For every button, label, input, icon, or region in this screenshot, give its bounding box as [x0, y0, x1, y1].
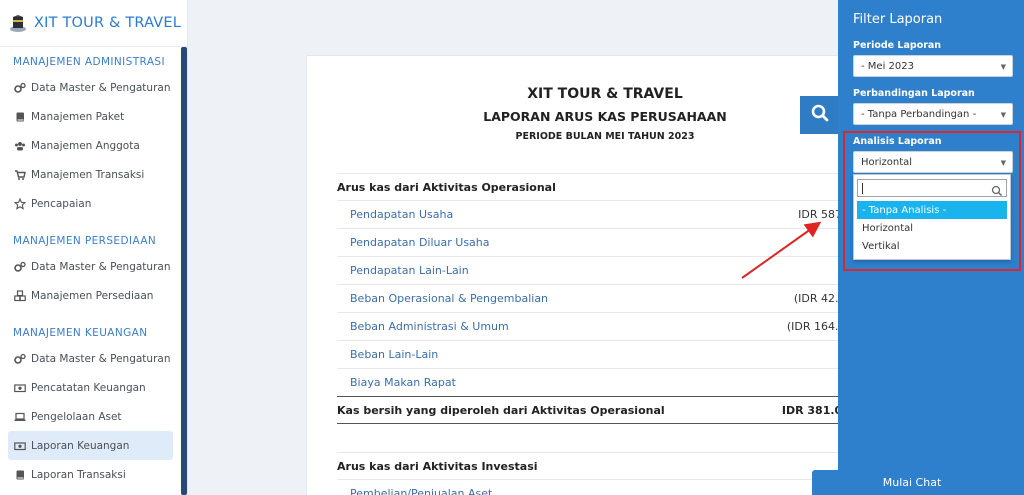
caret-down-icon: ▼ [1000, 111, 1006, 119]
nav-item-manajemen-paket[interactable]: Manajemen Paket [0, 102, 187, 131]
nav-item-label: Laporan Transaksi [31, 468, 126, 481]
nav-item-label: Data Master & Pengaturan [31, 352, 171, 365]
caret-down-icon: ▼ [1000, 63, 1006, 71]
row-label[interactable]: Pendapatan Diluar Usaha [337, 236, 667, 249]
nav-item-persediaan-data-master[interactable]: Data Master & Pengaturan [0, 252, 187, 281]
nav-item-pencatatan-keuangan[interactable]: Pencatatan Keuangan [0, 373, 187, 402]
perbandingan-label: Perbandingan Laporan [853, 88, 975, 99]
nav-item-label: Data Master & Pengaturan [31, 81, 171, 94]
nav-item-pengelolaan-aset[interactable]: Pengelolaan Aset [0, 402, 187, 431]
money-icon [14, 382, 26, 394]
kaaba-logo-icon [8, 13, 28, 33]
chat-button[interactable]: Mulai Chat [812, 470, 1012, 495]
row-label: Arus kas dari Aktivitas Investasi [337, 459, 538, 473]
text-cursor [862, 183, 863, 194]
report-row[interactable]: Beban Lain-Lain IDF [337, 341, 877, 369]
nav-item-manajemen-transaksi[interactable]: Manajemen Transaksi [0, 160, 187, 189]
row-label[interactable]: Beban Operasional & Pengembalian [337, 292, 667, 305]
perbandingan-value: - Tanpa Perbandingan - [861, 108, 977, 120]
nav-item-pencapaian[interactable]: Pencapaian [0, 189, 187, 218]
gears-icon [14, 353, 26, 365]
cubes-icon [14, 289, 26, 302]
report-row[interactable]: Pendapatan Diluar Usaha IDF [337, 229, 877, 257]
dropdown-option-horizontal[interactable]: Horizontal [857, 219, 1007, 237]
row-label[interactable]: Biaya Makan Rapat [337, 376, 667, 389]
report-row[interactable]: Pembelian/Penjualan Aset (IDR 10.0 [337, 480, 877, 495]
nav-item-keuangan-data-master[interactable]: Data Master & Pengaturan [0, 344, 187, 373]
star-icon [14, 197, 26, 210]
periode-value: - Mei 2023 [861, 60, 914, 72]
nav-item-manajemen-persediaan[interactable]: Manajemen Persediaan [0, 281, 187, 310]
perbandingan-select[interactable]: - Tanpa Perbandingan - ▼ [853, 103, 1013, 125]
brand[interactable]: XIT TOUR & TRAVEL [0, 0, 187, 47]
search-button[interactable] [800, 96, 839, 134]
nav-item-admin-data-master[interactable]: Data Master & Pengaturan [0, 73, 187, 102]
report-row-total: Kas bersih yang diperoleh dari Aktivitas… [337, 396, 877, 424]
filter-title: Filter Laporan [853, 12, 943, 27]
row-label[interactable]: Pendapatan Lain-Lain [337, 264, 667, 277]
search-icon [991, 182, 1003, 197]
report-section-investasi: Arus kas dari Aktivitas Investasi [337, 452, 877, 480]
row-label[interactable]: Pendapatan Usaha [337, 208, 667, 221]
laptop-icon [14, 411, 26, 423]
nav-item-label: Laporan Keuangan [31, 439, 130, 452]
dropdown-option-tanpa-analisis[interactable]: - Tanpa Analisis - [857, 201, 1007, 219]
report-row[interactable]: Pendapatan Usaha IDR 587.296.2 [337, 201, 877, 229]
users-icon [14, 140, 26, 152]
nav-item-label: Manajemen Anggota [31, 139, 140, 152]
analisis-dropdown: - Tanpa Analisis - Horizontal Vertikal [853, 174, 1011, 260]
section-header-administrasi: MANAJEMEN ADMINISTRASI [13, 56, 165, 68]
report-section-operasional: Arus kas dari Aktivitas Operasional [337, 173, 877, 201]
report-row[interactable]: Beban Administrasi & Umum (IDR 164.268.6… [337, 313, 877, 341]
nav-item-label: Pencapaian [31, 197, 92, 210]
money-icon [14, 440, 26, 452]
nav-item-label: Pengelolaan Aset [31, 410, 122, 423]
nav-item-label: Data Master & Pengaturan [31, 260, 171, 273]
dropdown-search-input[interactable] [857, 179, 1007, 197]
row-label: Arus kas dari Aktivitas Operasional [337, 180, 556, 194]
nav-item-label: Pencatatan Keuangan [31, 381, 146, 394]
nav-item-laporan-keuangan[interactable]: Laporan Keuangan [8, 431, 173, 460]
gears-icon [14, 82, 26, 94]
report-row[interactable]: Biaya Makan Rapat IDF [337, 369, 877, 397]
report-row[interactable]: Pendapatan Lain-Lain IDF [337, 257, 877, 285]
periode-label: Periode Laporan [853, 40, 942, 51]
row-label[interactable]: Beban Lain-Lain [337, 348, 667, 361]
report-card: XIT TOUR & TRAVEL LAPORAN ARUS KAS PERUS… [306, 55, 877, 495]
row-label[interactable]: Beban Administrasi & Umum [337, 320, 667, 333]
periode-select[interactable]: - Mei 2023 ▼ [853, 55, 1013, 77]
nav-item-laporan-transaksi[interactable]: Laporan Transaksi [0, 460, 187, 489]
gears-icon [14, 261, 26, 273]
cart-icon [14, 169, 26, 181]
nav-item-label: Manajemen Persediaan [31, 289, 154, 302]
section-header-keuangan: MANAJEMEN KEUANGAN [13, 327, 148, 339]
book-icon [14, 469, 26, 481]
book-icon [14, 111, 26, 123]
search-icon [811, 104, 829, 126]
nav-item-label: Manajemen Transaksi [31, 168, 145, 181]
section-header-persediaan: MANAJEMEN PERSEDIAAN [13, 235, 157, 247]
nav-item-label: Manajemen Paket [31, 110, 125, 123]
brand-title: XIT TOUR & TRAVEL [34, 15, 182, 31]
sidebar: XIT TOUR & TRAVEL MANAJEMEN ADMINISTRASI… [0, 0, 188, 495]
dropdown-option-vertikal[interactable]: Vertikal [857, 237, 1007, 255]
row-label[interactable]: Pembelian/Penjualan Aset [337, 487, 667, 495]
nav-item-manajemen-anggota[interactable]: Manajemen Anggota [0, 131, 187, 160]
row-label: Kas bersih yang diperoleh dari Aktivitas… [337, 403, 665, 417]
report-row[interactable]: Beban Operasional & Pengembalian (IDR 42… [337, 285, 877, 313]
sidebar-scrollbar[interactable] [181, 47, 187, 495]
